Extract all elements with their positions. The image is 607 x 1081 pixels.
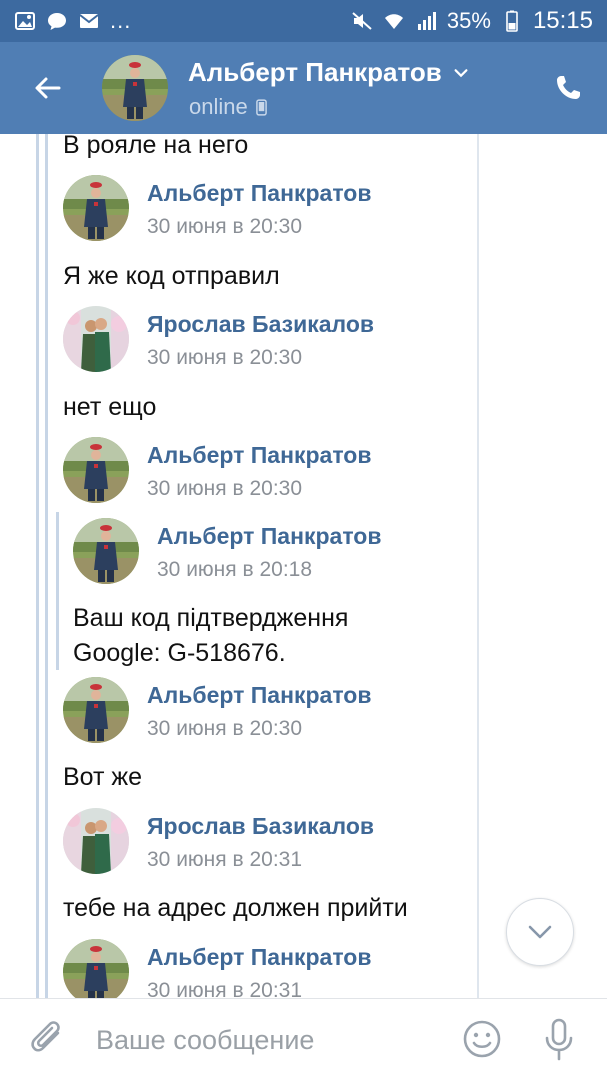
message-header: Альберт Панкратов 30 июня в 20:30: [63, 175, 443, 243]
message-header: Альберт Панкратов 30 июня в 20:30: [63, 677, 443, 745]
microphone-icon: [545, 1018, 573, 1061]
smiley-icon: [463, 1020, 501, 1058]
battery-icon: [501, 10, 523, 32]
chevron-down-icon: [454, 68, 468, 77]
forwarded-message-text: Google: G-518676.: [73, 639, 286, 667]
status-left: ...: [14, 8, 131, 34]
avatar[interactable]: [63, 175, 129, 241]
mobile-icon: [255, 98, 267, 116]
message-text: тебе на адрес должен прийти: [63, 894, 408, 922]
clock: 15:15: [532, 7, 593, 34]
chat-header: Альберт Панкратов online: [0, 42, 607, 134]
emoji-button[interactable]: [462, 1019, 502, 1059]
avatar[interactable]: [73, 518, 139, 584]
message-list[interactable]: В рояле на него Альберт Панкратов 30 июн…: [0, 134, 607, 998]
author-name[interactable]: Ярослав Базикалов: [147, 311, 374, 338]
battery-percent: 35%: [446, 8, 491, 33]
forwarded-message-text: Ваш код підтвердження: [73, 604, 349, 632]
arrow-left-icon: [35, 77, 61, 99]
message-bubble-edge: [477, 134, 479, 998]
avatar[interactable]: [63, 306, 129, 372]
author-name[interactable]: Альберт Панкратов: [147, 442, 371, 469]
message-time: 30 июня в 20:30: [147, 477, 303, 500]
forwarded-message-header: Альберт Панкратов 30 июня в 20:18: [73, 518, 453, 586]
message-text: Я же код отправил: [63, 262, 280, 290]
forward-indent-bar: [56, 512, 59, 670]
author-name[interactable]: Альберт Панкратов: [147, 682, 371, 709]
mute-icon: [351, 10, 373, 32]
mail-notification-icon: [78, 10, 100, 32]
forward-indent-bar: [36, 134, 39, 998]
message-header: Альберт Панкратов 30 июня в 20:31: [63, 939, 443, 998]
online-status: online: [189, 94, 248, 119]
gallery-notification-icon: [14, 10, 36, 32]
call-button[interactable]: [548, 68, 588, 108]
phone-icon: [557, 76, 580, 99]
voice-message-button[interactable]: [541, 1017, 577, 1063]
message-time: 30 июня в 20:31: [147, 848, 303, 871]
message-time: 30 июня в 20:30: [147, 346, 303, 369]
contact-name: Альберт Панкратов: [188, 57, 442, 87]
contact-status: online: [189, 94, 267, 120]
back-button[interactable]: [24, 64, 72, 112]
author-name[interactable]: Ярослав Базикалов: [147, 813, 374, 840]
contact-name-button[interactable]: Альберт Панкратов: [188, 57, 470, 88]
chat-notification-icon: [46, 10, 68, 32]
message-text: нет ещо: [63, 393, 157, 421]
contact-avatar[interactable]: [102, 55, 168, 121]
author-name[interactable]: Альберт Панкратов: [147, 180, 371, 207]
avatar[interactable]: [63, 437, 129, 503]
message-header: Альберт Панкратов 30 июня в 20:30: [63, 437, 443, 505]
avatar[interactable]: [63, 677, 129, 743]
avatar[interactable]: [63, 939, 129, 998]
status-bar: ... 35% 15:15: [0, 0, 607, 42]
avatar[interactable]: [63, 808, 129, 874]
message-composer: [0, 998, 607, 1081]
status-right: 35% 15:15: [351, 7, 593, 35]
more-notifications: ...: [110, 8, 132, 33]
message-time: 30 июня в 20:18: [157, 558, 313, 581]
forward-indent-bar: [45, 134, 48, 998]
author-name[interactable]: Альберт Панкратов: [147, 944, 371, 971]
message-time: 30 июня в 20:30: [147, 717, 303, 740]
scroll-down-button[interactable]: [506, 898, 574, 966]
message-time: 30 июня в 20:30: [147, 215, 303, 238]
message-text: В рояле на него: [63, 134, 249, 159]
message-header: Ярослав Базикалов 30 июня в 20:31: [63, 808, 443, 876]
message-input[interactable]: [96, 1021, 436, 1059]
author-name[interactable]: Альберт Панкратов: [157, 523, 381, 550]
message-text: Вот же: [63, 763, 143, 791]
message-header: Ярослав Базикалов 30 июня в 20:30: [63, 306, 443, 374]
wifi-icon: [383, 10, 405, 32]
signal-icon: [415, 10, 437, 32]
attach-button[interactable]: [28, 1019, 68, 1061]
chevron-down-icon: [528, 925, 552, 939]
message-time: 30 июня в 20:31: [147, 979, 303, 998]
paperclip-icon: [31, 1021, 60, 1052]
